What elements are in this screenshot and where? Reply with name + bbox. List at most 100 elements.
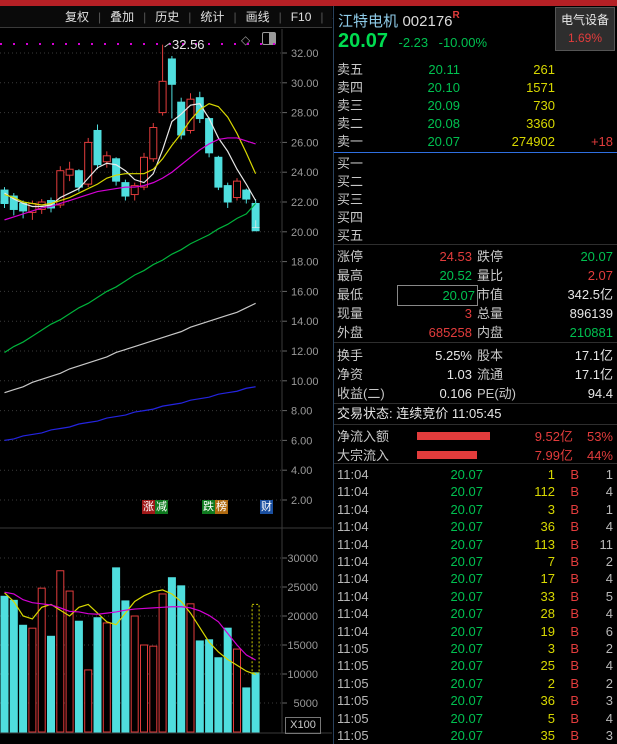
tick-time: 11:04 (337, 624, 369, 639)
chart-tag-涨[interactable]: 涨 (142, 500, 155, 514)
tick-price: 20.07 (435, 501, 483, 518)
orderbook-label: 卖一 (337, 134, 363, 149)
tick-row[interactable]: 11:0420.0728B4 (337, 605, 615, 622)
candle-body (122, 183, 129, 196)
orderbook-price: 20.11 (412, 61, 460, 79)
separator (334, 244, 617, 245)
tick-row[interactable]: 11:0420.077B2 (337, 553, 615, 570)
tick-volume: 1 (497, 466, 555, 483)
tick-side: B (565, 536, 579, 553)
orderbook-row-buy-2[interactable]: 买三 (337, 191, 615, 209)
snapshot-value: 24.53 (397, 247, 472, 266)
axis-label: 16.00 (291, 286, 319, 298)
tick-side: B (565, 605, 579, 622)
volume-bar (206, 640, 213, 732)
snapshot-value: 20.52 (397, 266, 472, 285)
snapshot-value: 0.106 (397, 384, 472, 403)
chart-tag-财[interactable]: 财 (260, 500, 273, 514)
orderbook-row-buy-0[interactable]: 买一 (337, 155, 615, 173)
tick-volume: 3 (497, 640, 555, 657)
sector-box[interactable]: 电气设备 1.69% (555, 7, 615, 51)
tick-row[interactable]: 11:0520.0735B3 (337, 727, 615, 744)
tick-count: 5 (583, 588, 613, 605)
tick-side: B (565, 501, 579, 518)
tick-side: B (565, 657, 579, 674)
tick-price: 20.07 (435, 588, 483, 605)
tick-row[interactable]: 11:0520.072B2 (337, 675, 615, 692)
orderbook-row-sell-1[interactable]: 卖四20.101571 (337, 79, 615, 97)
orderbook-row-buy-4[interactable]: 买五 (337, 227, 615, 245)
trade-status-label: 交易状态: (337, 406, 393, 421)
candle-body (66, 169, 73, 175)
orderbook-row-sell-3[interactable]: 卖二20.083360 (337, 115, 615, 133)
tick-row[interactable]: 11:0520.075B4 (337, 710, 615, 727)
axis-label: 20000 (287, 611, 318, 623)
flow-label: 净流入额 (337, 429, 389, 444)
axis-label: 30.00 (291, 78, 319, 90)
tick-row[interactable]: 11:0420.07113B11 (337, 536, 615, 553)
tick-row[interactable]: 11:0420.0719B6 (337, 623, 615, 640)
orderbook-row-sell-2[interactable]: 卖三20.09730 (337, 97, 615, 115)
tick-row[interactable]: 11:0420.0736B4 (337, 518, 615, 535)
tick-row[interactable]: 11:0420.073B1 (337, 501, 615, 518)
price-change-pct: -10.00% (439, 35, 487, 50)
tick-side: B (565, 483, 579, 500)
kline-chart[interactable]: 32.0030.0028.0026.0024.0022.0020.0018.00… (0, 0, 333, 744)
tick-row[interactable]: 11:0420.0717B4 (337, 570, 615, 587)
tick-volume: 36 (497, 692, 555, 709)
tick-side: B (565, 710, 579, 727)
chart-tag-减[interactable]: 减 (155, 500, 168, 514)
separator (334, 463, 617, 464)
tick-price: 20.07 (435, 623, 483, 640)
tick-side: B (565, 623, 579, 640)
tick-row[interactable]: 11:0420.0733B5 (337, 588, 615, 605)
tick-volume: 7 (497, 553, 555, 570)
tick-volume: 2 (497, 675, 555, 692)
axis-label: 24.00 (291, 167, 319, 179)
tick-count: 4 (583, 570, 613, 587)
orderbook-row-sell-4[interactable]: 卖一20.07274902+18 (337, 133, 615, 151)
tick-count: 4 (583, 657, 613, 674)
tick-volume: 25 (497, 657, 555, 674)
tick-row[interactable]: 11:0520.073B2 (337, 640, 615, 657)
snapshot-value: 3 (397, 304, 472, 323)
orderbook-label: 卖四 (337, 80, 363, 95)
peak-price-label: 32.56 (172, 37, 205, 52)
snapshot-label: 内盘 (477, 323, 503, 342)
volume-bar (224, 628, 231, 732)
volume-bar (29, 628, 36, 732)
orderbook-volume: 261 (477, 61, 555, 79)
candle-body (159, 81, 166, 112)
candle-body (215, 157, 222, 187)
flow-pct: 53% (577, 427, 613, 446)
tick-row[interactable]: 11:0420.07112B4 (337, 483, 615, 500)
tick-count: 6 (583, 623, 613, 640)
orderbook-label: 卖三 (337, 98, 363, 113)
volume-bar (94, 618, 101, 732)
tick-count: 3 (583, 727, 613, 744)
axis-label: 20.00 (291, 227, 319, 239)
chart-tag-榜[interactable]: 榜 (215, 500, 228, 514)
chart-tag-跌[interactable]: 跌 (202, 500, 215, 514)
orderbook-row-sell-0[interactable]: 卖五 20.11 261 (337, 61, 615, 79)
tick-count: 1 (583, 466, 613, 483)
volume-bar (159, 594, 166, 732)
tick-price: 20.07 (435, 553, 483, 570)
orderbook-row-buy-1[interactable]: 买二 (337, 173, 615, 191)
orderbook-row-buy-3[interactable]: 买四 (337, 209, 615, 227)
tick-count: 4 (583, 483, 613, 500)
tick-volume: 36 (497, 518, 555, 535)
orderbook-price: 20.09 (412, 97, 460, 115)
volume-bar (66, 591, 73, 732)
tick-row[interactable]: 11:0520.0725B4 (337, 657, 615, 674)
orderbook-label: 卖五 (337, 62, 363, 77)
tick-row[interactable]: 11:0520.0736B3 (337, 692, 615, 709)
snapshot-label: 最高 (337, 268, 363, 283)
tick-row[interactable]: 11:0420.071B1 (337, 466, 615, 483)
candle-body (75, 171, 82, 187)
snapshot-label: 外盘 (337, 325, 363, 340)
orderbook-price: 20.10 (412, 79, 460, 97)
snapshot-row: 外盘685258内盘210881 (337, 323, 615, 342)
snapshot-value: 685258 (397, 323, 472, 342)
axis-label: 10000 (287, 669, 318, 681)
